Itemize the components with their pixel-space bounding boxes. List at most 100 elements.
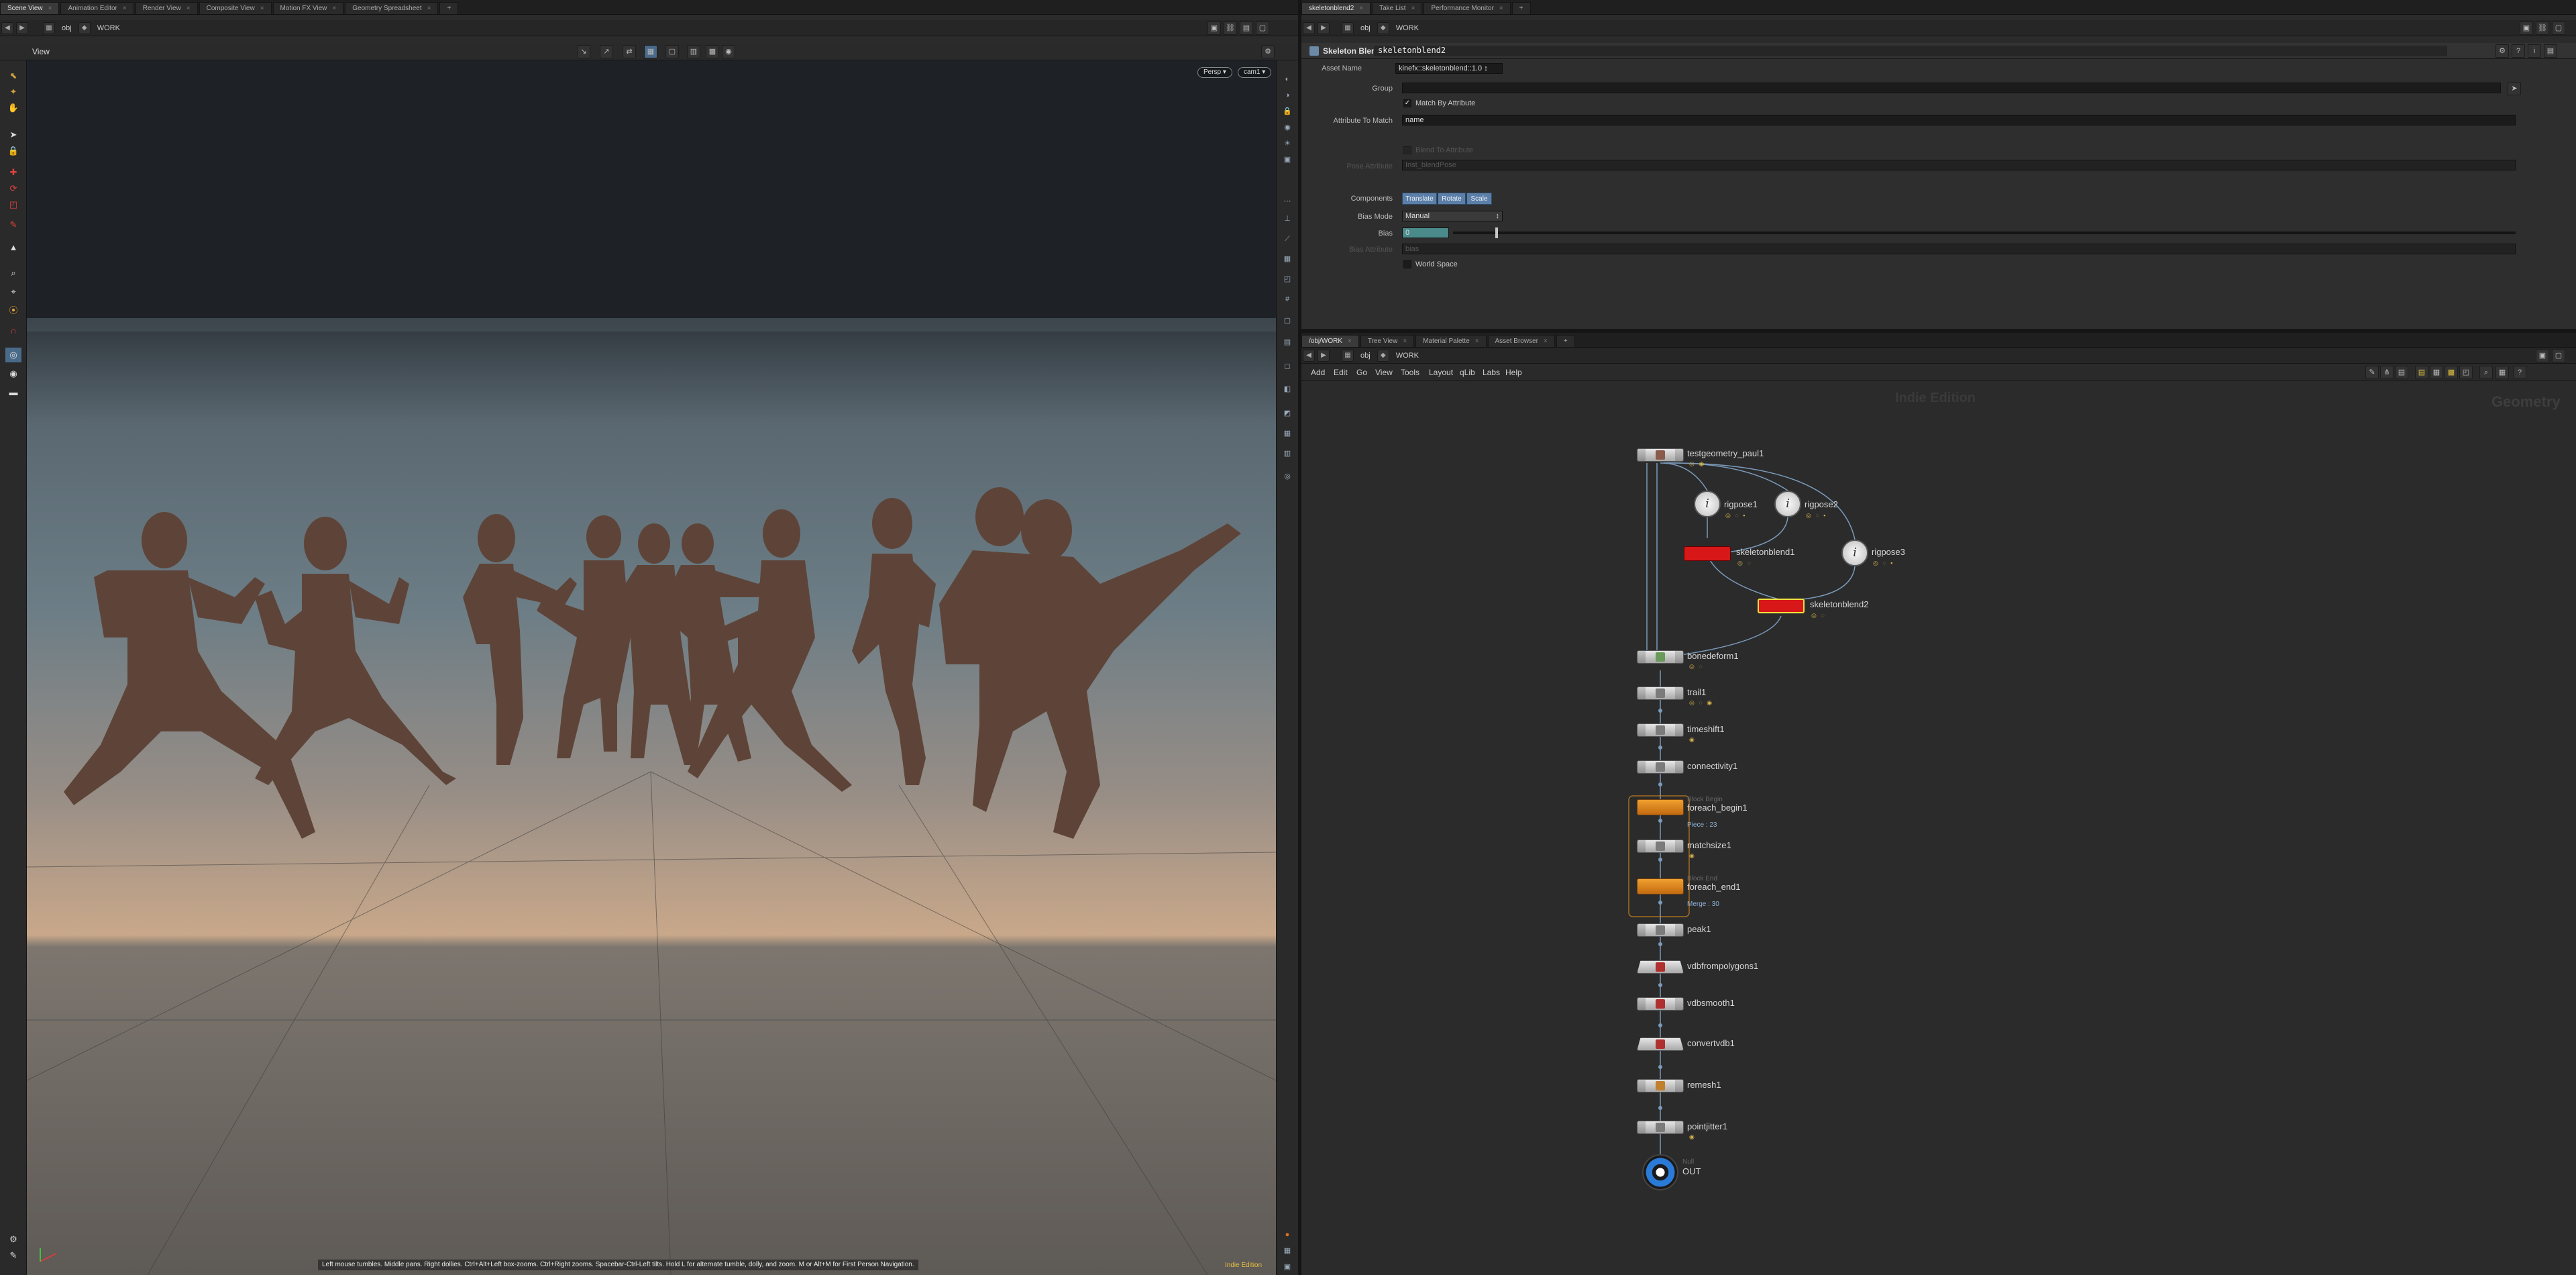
close-icon[interactable]: ×	[186, 5, 191, 12]
close-icon[interactable]: ×	[1411, 5, 1415, 12]
tools-wrench-icon[interactable]: ✎	[2365, 366, 2379, 379]
match-by-attr-checkbox[interactable]: ✓	[1403, 99, 1411, 107]
node-connectivity1[interactable]	[1637, 760, 1684, 774]
tab-take-list[interactable]: Take List ×	[1372, 2, 1423, 14]
add-tab-button[interactable]: +	[1511, 2, 1531, 14]
menu-help[interactable]: Help	[1505, 368, 1522, 377]
menu-tools[interactable]: Tools	[1401, 368, 1419, 377]
snap-multi-icon[interactable]: ▦	[644, 45, 657, 58]
flipbook-icon[interactable]: ▤	[1281, 336, 1294, 349]
grid-view-icon[interactable]: ▦	[1281, 1244, 1294, 1258]
node-rigpose2[interactable]: i	[1774, 491, 1801, 517]
shelf-tool-icon[interactable]: ▬	[5, 385, 21, 400]
add-tab-button[interactable]: +	[439, 2, 459, 14]
viewport[interactable]: Persp ▾ cam1 ▾ Left mouse tumbles. Middl…	[27, 60, 1276, 1275]
path-node[interactable]: WORK	[1391, 352, 1424, 360]
node-rigpose1[interactable]: i	[1694, 491, 1721, 517]
search-icon[interactable]: ⌕	[2479, 366, 2493, 379]
bias-field[interactable]: 0	[1402, 227, 1449, 238]
back-icon[interactable]: ◀	[1, 21, 13, 34]
world-space-checkbox[interactable]	[1403, 260, 1411, 268]
maximize-icon[interactable]: ▢	[2552, 21, 2565, 35]
node-foreach-begin1[interactable]	[1637, 799, 1684, 815]
close-icon[interactable]: ×	[1403, 338, 1407, 345]
rotate-toggle[interactable]: Rotate	[1438, 193, 1466, 205]
tab-scene-view[interactable]: Scene View ×	[0, 2, 60, 14]
lock-icon[interactable]: ▤	[2544, 44, 2557, 58]
texture-icon[interactable]: ◧	[1281, 382, 1294, 396]
bones-icon[interactable]: ⟋	[1281, 232, 1294, 246]
magnet-tool-icon[interactable]: ∩	[5, 323, 21, 338]
forward-icon[interactable]: ▶	[1318, 349, 1330, 362]
node-foreach-end1[interactable]	[1637, 878, 1684, 895]
pose-attr-field[interactable]: Inst_blendPose	[1402, 160, 2516, 170]
light-tool-icon[interactable]: ◉	[5, 366, 21, 381]
tab-asset-browser[interactable]: Asset Browser ×	[1487, 335, 1555, 347]
cam-menu[interactable]: cam1 ▾	[1238, 67, 1272, 78]
wire-icon[interactable]: ▦	[1281, 252, 1294, 266]
node-out[interactable]	[1642, 1154, 1678, 1190]
lock-icon[interactable]: 🔒	[5, 144, 21, 158]
menu-add[interactable]: Add	[1311, 368, 1325, 377]
menu-labs[interactable]: Labs	[1483, 368, 1500, 377]
bias-mode-menu[interactable]: Manual ↕	[1402, 211, 1503, 221]
translate-tool-icon[interactable]: ✚	[5, 165, 21, 180]
snapshot-icon[interactable]: ▢	[1281, 314, 1294, 327]
layout-icon[interactable]: ▤	[1240, 21, 1253, 35]
view-grid-icon[interactable]: ▦	[2496, 366, 2509, 379]
tab-skeletonblend2[interactable]: skeletonblend2 ×	[1301, 2, 1371, 14]
normals-icon[interactable]: ⊥	[1281, 212, 1294, 225]
node-vdbsmooth1[interactable]	[1637, 997, 1684, 1011]
close-icon[interactable]: ×	[1359, 5, 1363, 12]
group-select-icon[interactable]: ➤	[2508, 82, 2521, 95]
network-box-icon[interactable]: ▦	[2430, 366, 2443, 379]
node-name[interactable]: skeletonblend2	[1374, 46, 2447, 56]
back-icon[interactable]: ◀	[1303, 21, 1315, 34]
maximize-icon[interactable]: ▢	[2552, 349, 2565, 362]
camera-view-icon[interactable]: ◎	[1281, 470, 1294, 483]
bias-attr-field[interactable]: bias	[1402, 244, 2516, 254]
brush-tool-icon[interactable]: ✎	[5, 217, 21, 232]
persp-menu[interactable]: Persp ▾	[1197, 67, 1232, 78]
display-icon[interactable]: ▩	[706, 45, 719, 58]
tab-motion-fx-view[interactable]: Motion FX View ×	[272, 2, 344, 14]
node-bonedeform1[interactable]	[1637, 650, 1684, 664]
tab-composite-view[interactable]: Composite View ×	[199, 2, 272, 14]
snap-icon[interactable]: ↘	[577, 45, 590, 58]
help-icon[interactable]: ?	[2512, 44, 2525, 58]
scale-toggle[interactable]: Scale	[1466, 193, 1492, 205]
render-tool-icon[interactable]: ◎	[5, 348, 21, 362]
forward-icon[interactable]: ▶	[1318, 21, 1330, 34]
network-canvas[interactable]: Indie Edition Geometry testgeometry_paul…	[1301, 381, 2576, 1275]
gear-icon[interactable]: ⚙	[2496, 44, 2509, 58]
zoom-tool-icon[interactable]: ⌖	[5, 285, 21, 299]
snap-prim-icon[interactable]: ▥	[687, 45, 700, 58]
bias-slider[interactable]	[1453, 227, 2516, 238]
scale-tool-icon[interactable]: ◰	[5, 197, 21, 212]
pin-icon[interactable]: ▣	[2536, 349, 2549, 362]
pointer-icon[interactable]: ➤	[5, 128, 21, 142]
tab-render-view[interactable]: Render View ×	[135, 2, 198, 14]
menu-layout[interactable]: Layout	[1429, 368, 1453, 377]
link-icon[interactable]: ⛓	[1224, 21, 1237, 35]
close-icon[interactable]: ×	[332, 5, 336, 12]
gear-icon[interactable]: ⚙	[5, 1232, 21, 1247]
layout-icon[interactable]: ▦	[1281, 427, 1294, 440]
select-tool-icon[interactable]: ⬉	[5, 68, 21, 83]
viewer-options-icon[interactable]: ⚙	[1261, 45, 1275, 58]
add-tab-button[interactable]: +	[1556, 335, 1575, 347]
shading-icon[interactable]: ▣	[1281, 153, 1294, 166]
grid-icon[interactable]: #	[1281, 293, 1294, 306]
close-icon[interactable]: ×	[1475, 338, 1479, 345]
pose-tool-icon[interactable]: ✋	[5, 101, 21, 115]
node-skeletonblend1[interactable]	[1684, 546, 1731, 561]
camera-tool-icon[interactable]: ⌕	[5, 266, 21, 280]
fullscreen-icon[interactable]: ▣	[1281, 1260, 1294, 1274]
tab-material-palette[interactable]: Material Palette ×	[1415, 335, 1487, 347]
pin-icon[interactable]: ▣	[1208, 21, 1221, 35]
sticky-note-icon[interactable]: ▤	[2415, 366, 2428, 379]
path-context[interactable]: obj	[1355, 352, 1376, 360]
path-node[interactable]: WORK	[1391, 24, 1424, 32]
tab-performance-monitor[interactable]: Performance Monitor ×	[1424, 2, 1511, 14]
light-icon[interactable]: ☀	[1281, 137, 1294, 150]
